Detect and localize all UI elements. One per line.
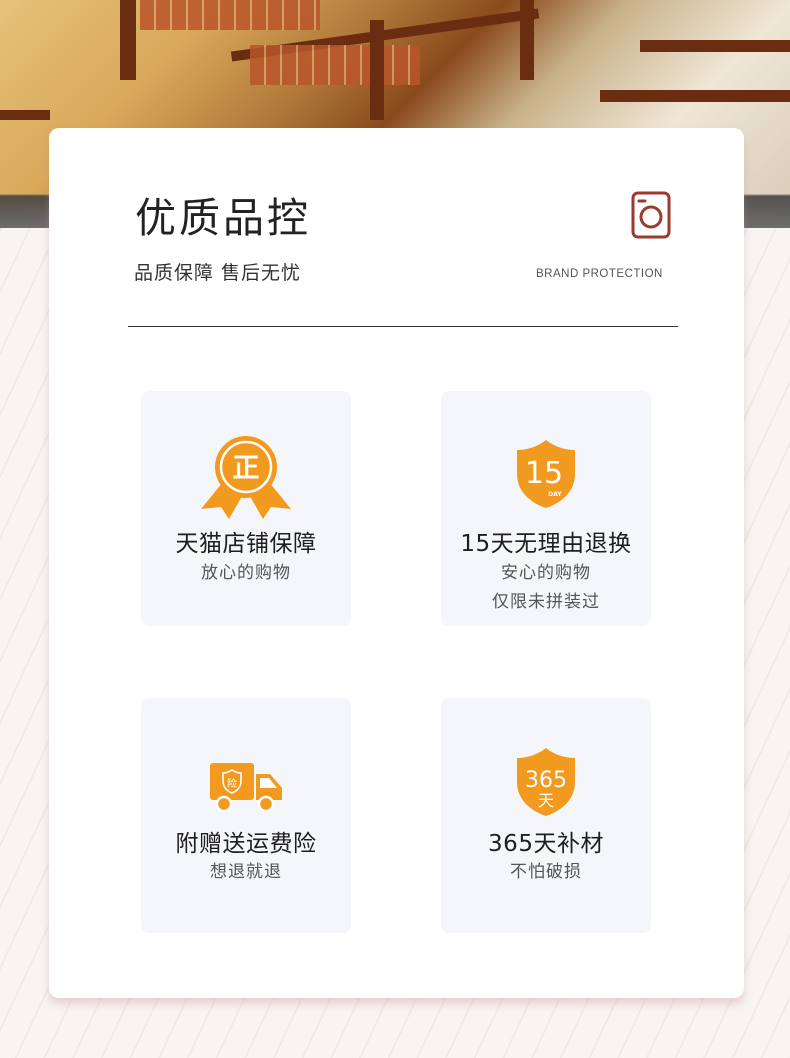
feature-title: 365天补材 [488, 831, 604, 857]
shield-365-day-icon: 365 天 [441, 746, 651, 818]
truck-badge-text: 险 [227, 777, 237, 790]
shipping-truck-icon: 险 [141, 760, 351, 814]
feature-tile-shipping-insurance: 险 附赠送运费险 想退就退 [141, 698, 351, 933]
shield-15-day-label: DAY [548, 491, 562, 498]
page-title: 优质品控 [135, 194, 311, 242]
feature-tile-365-day-parts: 365 天 365天补材 不怕破损 [441, 698, 651, 933]
feature-title: 15天无理由退换 [460, 531, 632, 557]
shield-365-number: 365 [525, 768, 567, 793]
camera-icon [630, 190, 672, 240]
feature-title: 附赠送运费险 [175, 831, 317, 857]
feature-tile-tmall: 正 天猫店铺保障 放心的购物 [141, 391, 351, 626]
feature-line: 安心的购物 [501, 563, 591, 583]
feature-title: 天猫店铺保障 [175, 531, 317, 557]
shield-365-day-label: 天 [538, 791, 554, 810]
page-subtitle: 品质保障 售后无忧 [134, 262, 302, 284]
feature-line: 不怕破损 [510, 862, 582, 882]
feature-tile-15-day-return: 15 DAY 15天无理由退换 安心的购物 仅限未拼装过 [441, 391, 651, 626]
shield-15-day-icon: 15 DAY [441, 438, 651, 510]
feature-line: 放心的购物 [201, 563, 291, 583]
shield-15-number: 15 [525, 456, 563, 491]
header-divider [128, 326, 678, 327]
genuine-badge-text: 正 [233, 453, 260, 484]
genuine-badge-icon: 正 [141, 435, 351, 519]
brand-protection-label: BRAND PROTECTION [536, 268, 663, 280]
feature-line: 仅限未拼装过 [492, 592, 600, 612]
feature-line: 想退就退 [210, 862, 282, 882]
